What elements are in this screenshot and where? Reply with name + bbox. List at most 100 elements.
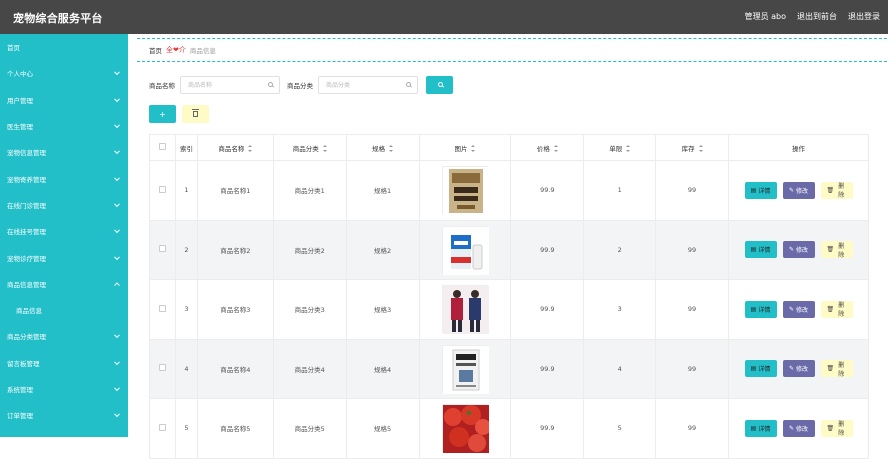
detail-button[interactable]: ▤ 详情	[744, 181, 777, 199]
sidebar-item-label: 系统管理	[7, 386, 33, 394]
search-icon	[406, 82, 411, 87]
search-button[interactable]	[426, 76, 453, 94]
row-select-cell	[149, 279, 176, 340]
product-image[interactable]	[441, 404, 491, 454]
row-select-cell	[149, 219, 176, 280]
header-image[interactable]: 图片	[418, 134, 512, 161]
sidebar-item[interactable]: 商品信息	[0, 297, 128, 323]
row-checkbox[interactable]	[158, 304, 166, 312]
sort-icon[interactable]	[322, 145, 327, 152]
category-search-input[interactable]	[319, 77, 403, 93]
admin-user-link[interactable]: 管理员 abo	[745, 11, 786, 22]
cell-category: 商品分类5	[272, 398, 347, 459]
sidebar-item[interactable]: 订单管理	[0, 402, 128, 428]
detail-button[interactable]: ▤ 详情	[744, 419, 777, 437]
cell-spec: 规格2	[345, 219, 420, 280]
chevron-down-icon	[114, 227, 120, 234]
header-spec[interactable]: 规格	[345, 134, 420, 161]
cell-spec: 规格1	[345, 160, 420, 221]
delete-button[interactable]: 🗑 删除	[820, 241, 853, 259]
trash-icon: 🗑	[826, 424, 835, 432]
name-search-input[interactable]	[181, 77, 265, 93]
sort-icon[interactable]	[389, 145, 394, 152]
header-limit[interactable]: 单限	[583, 134, 657, 161]
exit-to-front-link[interactable]: 退出到前台	[797, 11, 837, 22]
cell-index: 4	[174, 338, 198, 399]
product-image[interactable]	[441, 225, 489, 275]
table-row: 3 商品名称3 商品分类3 规格3 99.9 3 99 ▤ 详情 ✎ 修改 🗑 删除	[149, 279, 869, 340]
cell-limit: 5	[583, 398, 657, 459]
top-bar: 宠物综合服务平台 管理员 abo 退出到前台 退出登录	[0, 0, 888, 34]
sidebar-item[interactable]: 医生管理	[0, 113, 128, 139]
chevron-down-icon	[114, 69, 120, 76]
header-price[interactable]: 价格	[510, 134, 585, 161]
delete-button[interactable]: 🗑 删除	[820, 300, 853, 319]
select-all-checkbox[interactable]	[158, 143, 166, 150]
delete-label: 删除	[838, 361, 845, 378]
sidebar-item[interactable]: 留言板管理	[0, 350, 128, 376]
delete-button[interactable]: 🗑 删除	[820, 419, 853, 437]
delete-button[interactable]: 🗑 删除	[820, 360, 853, 378]
delete-button[interactable]: 🗑 删除	[820, 181, 853, 199]
edit-icon: ✎	[788, 246, 794, 254]
sidebar-item[interactable]: 用户管理	[0, 87, 128, 113]
sidebar-item[interactable]: 宠物寄养管理	[0, 165, 128, 191]
edit-label: 修改	[796, 366, 809, 374]
header-index-label: 索引	[179, 144, 193, 153]
sidebar-item[interactable]: 首页	[0, 34, 128, 60]
header-limit-label: 单限	[609, 144, 623, 153]
sidebar-item[interactable]: 宠物诊疗管理	[0, 244, 128, 270]
delete-label: 删除	[838, 302, 845, 319]
sidebar-item-label: 留言板管理	[7, 359, 40, 368]
product-image[interactable]	[441, 285, 489, 335]
top-links: 管理员 abo 退出到前台 退出登录	[745, 11, 880, 22]
edit-button[interactable]: ✎ 修改	[782, 241, 815, 259]
row-checkbox[interactable]	[158, 185, 166, 193]
sort-icon[interactable]	[698, 145, 703, 152]
sidebar-item[interactable]: 商品信息管理	[0, 271, 128, 297]
logout-link[interactable]: 退出登录	[848, 11, 880, 22]
sidebar-item[interactable]: 在线挂号管理	[0, 218, 128, 244]
header-image-label: 图片	[454, 144, 468, 153]
cell-category: 商品分类4	[272, 338, 347, 399]
chevron-down-icon	[114, 332, 120, 339]
edit-button[interactable]: ✎ 修改	[782, 360, 815, 378]
row-checkbox[interactable]	[158, 423, 166, 431]
cell-image	[418, 160, 512, 221]
sidebar-item-label: 用户管理	[7, 96, 33, 105]
cell-spec: 规格3	[345, 279, 420, 340]
row-checkbox[interactable]	[158, 364, 166, 372]
sidebar-item[interactable]: 在线门诊管理	[0, 192, 128, 218]
sidebar-item[interactable]: 系统管理	[0, 376, 128, 402]
product-image[interactable]	[441, 166, 489, 216]
batch-delete-button[interactable]	[182, 105, 209, 123]
row-checkbox[interactable]	[158, 245, 166, 253]
detail-button[interactable]: ▤ 详情	[744, 300, 777, 318]
sidebar-item[interactable]: 个人中心	[0, 60, 128, 86]
breadcrumb-home[interactable]: 首页	[149, 45, 162, 55]
detail-button[interactable]: ▤ 详情	[744, 360, 777, 378]
sidebar-item[interactable]: 商品分类管理	[0, 323, 128, 349]
header-stock[interactable]: 库存	[655, 134, 729, 161]
edit-button[interactable]: ✎ 修改	[782, 181, 815, 199]
chevron-down-icon	[114, 411, 120, 418]
sort-icon[interactable]	[553, 145, 558, 152]
sort-icon[interactable]	[626, 145, 631, 152]
cell-name: 商品名称1	[196, 160, 274, 221]
edit-label: 修改	[796, 187, 809, 195]
edit-button[interactable]: ✎ 修改	[782, 419, 815, 437]
edit-button[interactable]: ✎ 修改	[782, 300, 815, 318]
header-category[interactable]: 商品分类	[272, 134, 347, 161]
cell-category: 商品分类2	[272, 219, 347, 280]
add-button[interactable]: +	[149, 105, 176, 123]
detail-icon: ▤	[750, 186, 757, 194]
detail-button[interactable]: ▤ 详情	[744, 241, 777, 259]
sidebar: 首页 个人中心用户管理医生管理 宠物信息管理 宠物寄养管理 在线门诊管理 在线挂号管理 宠物…	[0, 34, 128, 437]
header-name[interactable]: 商品名称	[196, 134, 274, 161]
sort-icon[interactable]	[471, 145, 476, 152]
sort-icon[interactable]	[248, 145, 253, 152]
sidebar-item[interactable]: 宠物信息管理	[0, 139, 128, 165]
category-search-label: 商品分类	[287, 82, 313, 90]
search-icon	[268, 82, 273, 87]
product-image[interactable]	[441, 344, 489, 394]
